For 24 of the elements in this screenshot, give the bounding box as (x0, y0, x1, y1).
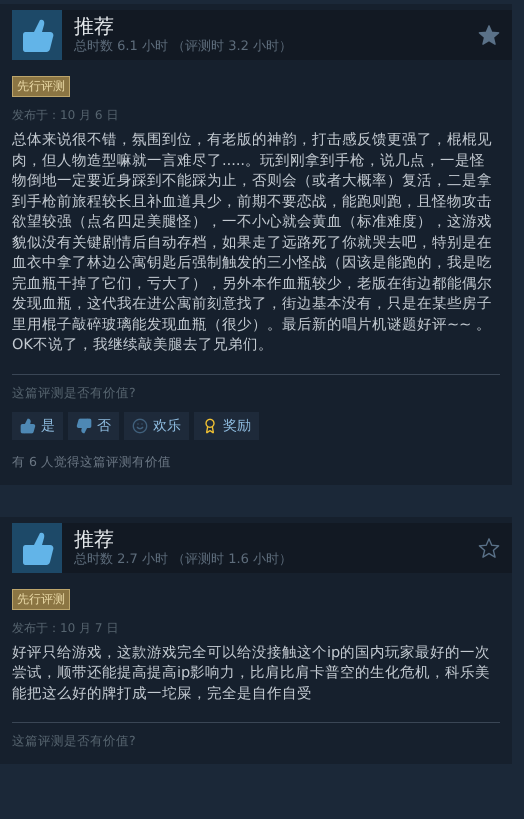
vote-button[interactable]: 否 (68, 412, 119, 440)
recommendation-title: 推荐 (74, 14, 115, 38)
helpful-count: 有 6 人觉得这篇评测有价值 (12, 454, 172, 470)
posted-date: 发布于：10 月 6 日 (12, 107, 120, 124)
posted-date: 发布于：10 月 7 日 (12, 620, 120, 636)
helpful-question: 这篇评测是否有价值? (12, 384, 137, 402)
thumbs-up-icon (20, 418, 36, 434)
thumbs-up-icon (12, 522, 62, 572)
star-icon[interactable] (478, 24, 500, 46)
recommendation-title: 推荐 (74, 526, 115, 550)
thumbs-down-icon (76, 418, 92, 434)
review-text: 总体来说很不错，氛围到位，有老版的神韵，打击感反馈更强了，棍棍见肉，但人物造型嘛就一言难尽了.....。玩到刚拿到手枪，说几点，一是怪物倒地一定要近身踩到不能踩为止，否则会（或者大概率）复活，二是拿到手枪前旅程较长且补血道具少，前期不要恋战，能跑则跑，且怪物攻击欲望较强（点名四足美腿怪），一不小心就会黄血（标准难度），这游戏貌似没有关键剧情后自动存档，如果走了远路死了你就哭去吧，特别是在血衣中拿了林边公寓钥匙后强制触发的三小怪战（因该是能跑的，我是吃完血瓶干掉了它们，亏大了），另外本作血瓶较少，老版在街边都能偶尔发现血瓶，这代我在进公寓前刻意找了，街边基本没有，只是在某些房子里用棍子敲碎玻璃能发现血瓶（很少）。最后新的唱片机谜题好评~~ 。OK不说了，我继续敲美腿去了兄弟们。 (12, 131, 493, 355)
early-access-badge: 先行评测 (12, 588, 70, 610)
helpful-question: 这篇评测是否有价值? (12, 733, 137, 750)
thumbs-up-icon (12, 10, 62, 60)
review-text: 好评只给游戏，这款游戏完全可以给没接触这个ip的国内玩家最好的一次尝试，顺带还能提高提高ip影响力，比肩比肩卡普空的生化危机，科乐美能把这么好的牌打成一坨屎，完全是自作自受 (12, 644, 492, 704)
vote-button[interactable]: 是 (12, 412, 63, 440)
star-icon[interactable] (478, 536, 500, 558)
early-access-badge: 先行评测 (12, 76, 70, 97)
smiley-icon (132, 418, 148, 434)
vote-button[interactable]: 欢乐 (124, 412, 189, 440)
vote-button[interactable]: 奖励 (194, 412, 259, 440)
playtime-text: 总时数 2.7 小时 （评测时 1.6 小时） (74, 550, 294, 568)
playtime-text: 总时数 6.1 小时 （评测时 3.2 小时） (74, 38, 294, 56)
